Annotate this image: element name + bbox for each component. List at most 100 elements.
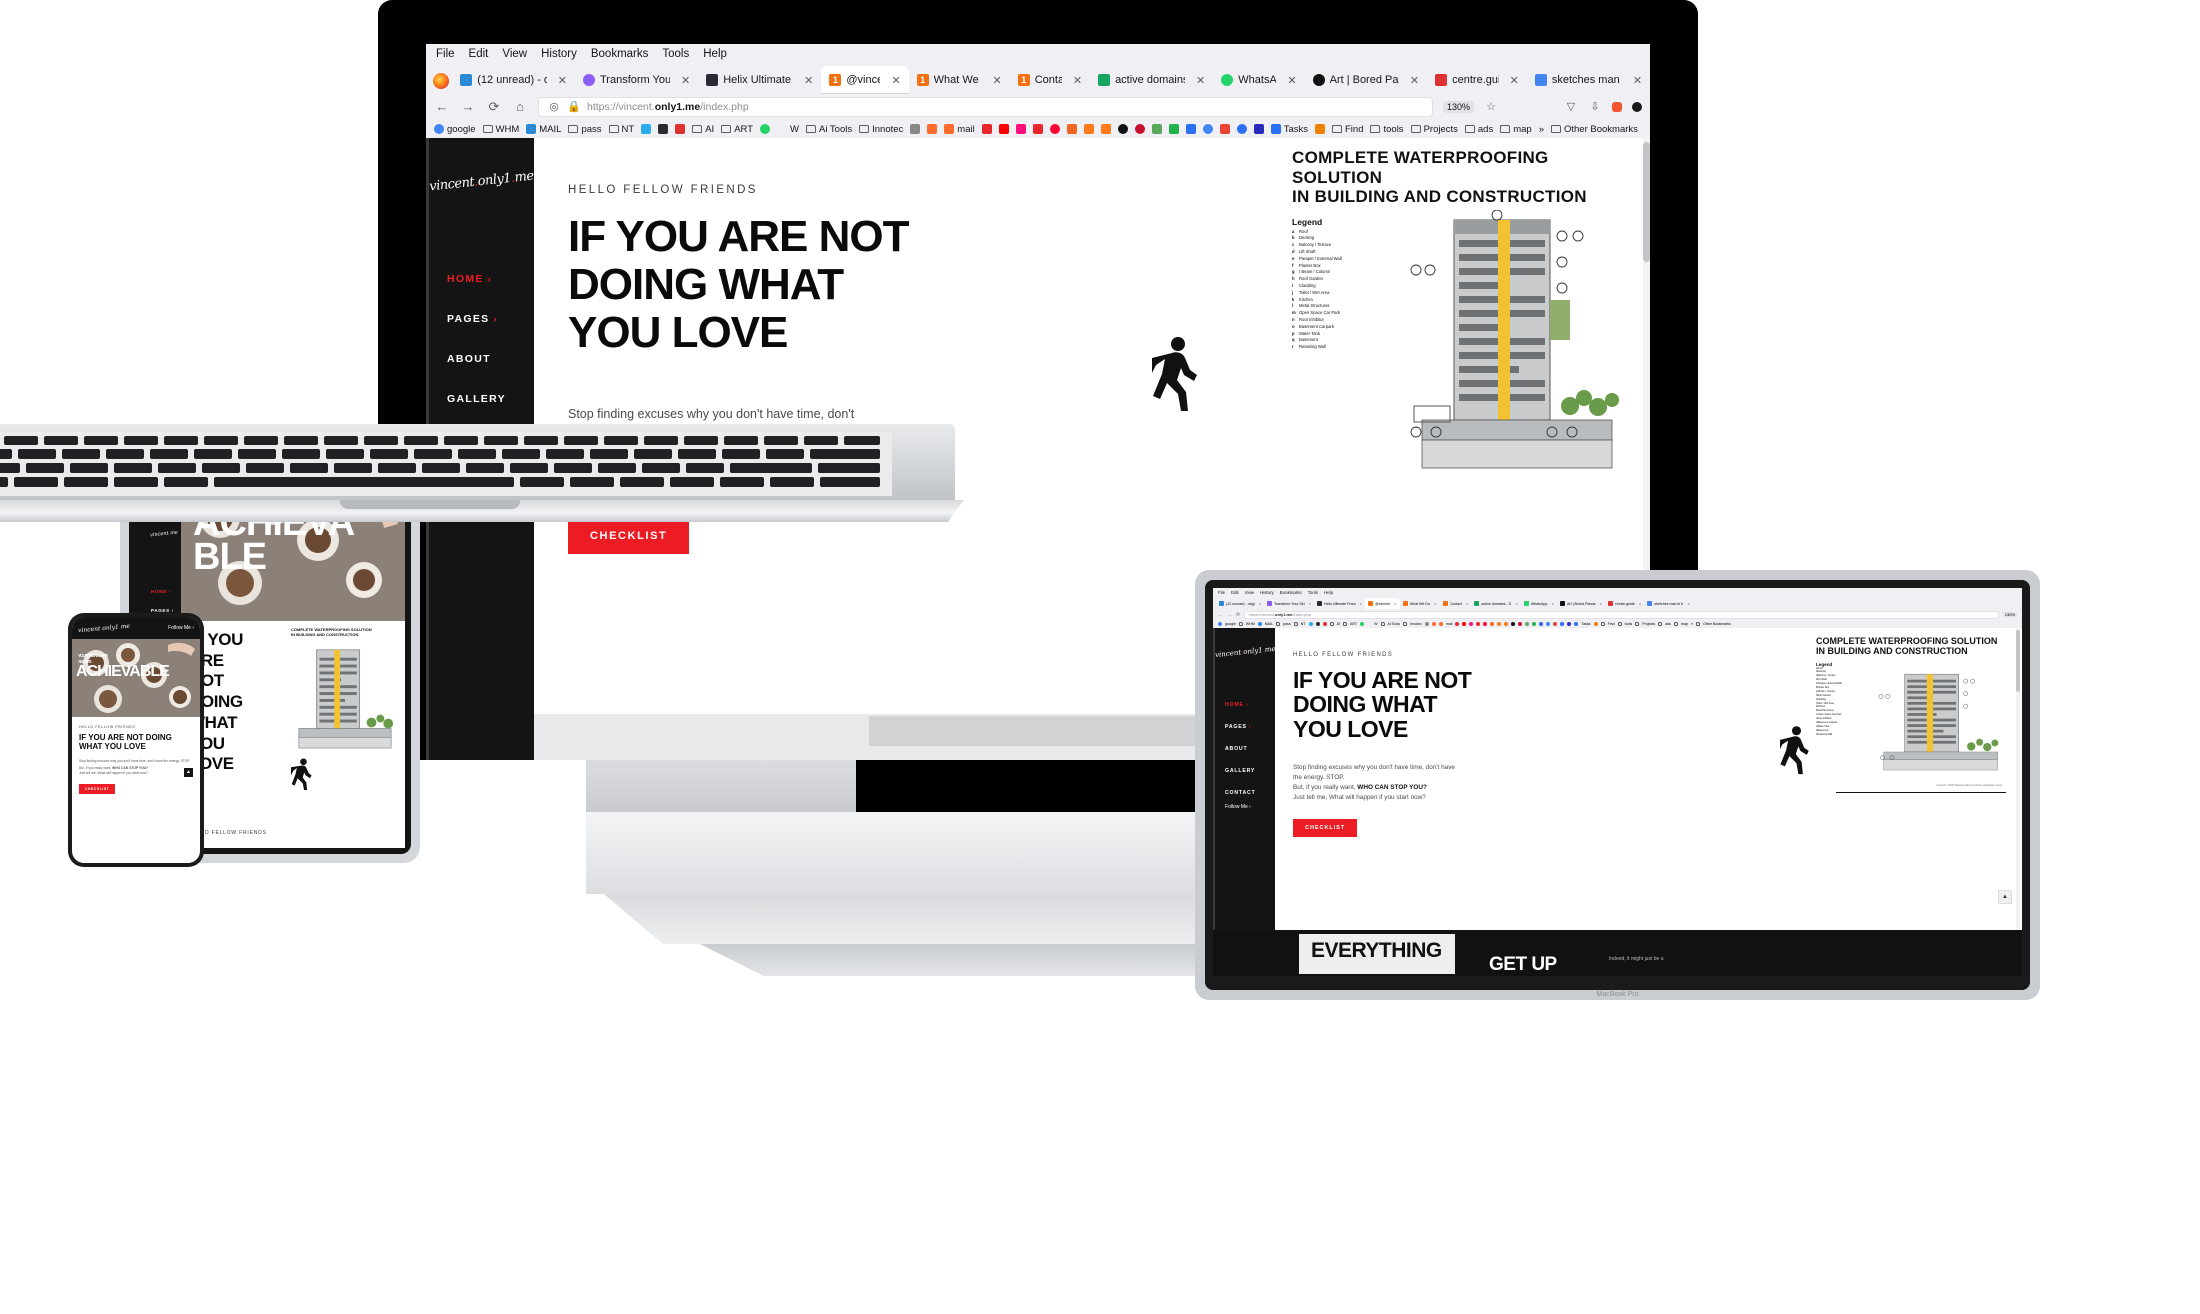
browser-tab-0[interactable]: (12 unread) - origi ✕	[452, 66, 575, 94]
phone-scroll-top-button[interactable]: ▲	[184, 768, 193, 778]
laptop-browser-tab-2[interactable]: Helix Ultimate Fram ✕	[1314, 598, 1365, 609]
bookmark-12[interactable]: Ai Tools	[1380, 622, 1400, 626]
laptop-tab-close-icon[interactable]: ✕	[1515, 602, 1518, 606]
laptop-menu-tools[interactable]: Tools	[1308, 590, 1318, 595]
bookmark-6[interactable]	[658, 124, 669, 134]
bookmark-21[interactable]	[1049, 124, 1060, 134]
bookmark-25[interactable]	[1511, 622, 1516, 626]
phone-logo[interactable]: vincent.only1.me	[78, 622, 130, 634]
bookmarks-overflow-icon[interactable]: »	[1691, 622, 1693, 626]
bookmark-11[interactable]: W	[777, 124, 799, 135]
laptop-tab-close-icon[interactable]: ✕	[1259, 602, 1262, 606]
laptop-menu-history[interactable]: History	[1260, 590, 1274, 595]
home-icon[interactable]: ⌂	[512, 99, 528, 115]
bookmark-1[interactable]: WHM	[482, 124, 519, 135]
tab-close-icon[interactable]: ✕	[804, 74, 813, 87]
bookmarks-bar[interactable]: google WHM MAIL pass NT AI ART W Ai Tools Innotec…	[426, 120, 1650, 138]
browser-tab-9[interactable]: centre.guide ✕	[1427, 66, 1527, 94]
laptop-browser-tab-10[interactable]: sketches man in b ✕	[1644, 598, 1692, 609]
bookmark-8[interactable]: AI	[1329, 622, 1340, 626]
bookmark-10[interactable]	[1360, 622, 1365, 626]
other-bookmarks[interactable]: Other Bookmarks	[1695, 622, 1731, 626]
browser-tab-3[interactable]: 1 @vincent ✕	[821, 66, 909, 94]
bookmark-33[interactable]	[1567, 622, 1572, 626]
bookmark-18[interactable]	[1462, 622, 1467, 626]
bookmark-28[interactable]	[1168, 124, 1179, 134]
other-bookmarks[interactable]: Other Bookmarks	[1551, 124, 1638, 135]
bookmark-0[interactable]: google	[1218, 622, 1236, 626]
bookmark-2[interactable]: MAIL	[526, 124, 561, 135]
bookmark-16[interactable]: mail	[944, 124, 975, 135]
bookmark-29[interactable]	[1185, 124, 1196, 134]
laptop-back-icon[interactable]: ←	[1218, 612, 1223, 618]
bookmark-0[interactable]: google	[434, 124, 476, 135]
laptop-checklist-button[interactable]: CHECKLIST	[1293, 818, 1358, 837]
laptop-browser-tab-9[interactable]: centre.guide ✕	[1605, 598, 1644, 609]
menu-file[interactable]: File	[436, 48, 455, 60]
bookmark-27[interactable]	[1151, 124, 1162, 134]
browser-menubar[interactable]: File Edit View History Bookmarks Tools H…	[426, 44, 1650, 64]
bookmark-22[interactable]	[1066, 124, 1077, 134]
laptop-browser-tab-4[interactable]: What We Do ✕	[1400, 598, 1440, 609]
laptop-tab-close-icon[interactable]: ✕	[1434, 602, 1437, 606]
bookmark-2[interactable]: MAIL	[1257, 622, 1273, 626]
laptop-scrollbar-track[interactable]	[2016, 628, 2020, 930]
laptop-menu-file[interactable]: File	[1218, 590, 1225, 595]
sidebar-item-about[interactable]: ABOUT	[429, 339, 534, 379]
bookmark-33[interactable]	[1253, 124, 1264, 134]
tab-close-icon[interactable]: ✕	[891, 74, 900, 87]
bookmark-12[interactable]: Ai Tools	[806, 124, 852, 135]
download-icon[interactable]: ⇩	[1588, 100, 1602, 114]
laptop-sidebar-item-about[interactable]: ABOUT	[1215, 738, 1275, 760]
bookmark-9[interactable]: ART	[1342, 622, 1357, 626]
laptop-browser-tab-3[interactable]: @vincent ✕	[1365, 598, 1400, 609]
reload-icon[interactable]: ⟳	[486, 99, 502, 115]
laptop-address-bar[interactable]: https://vincent.only1.me/index.php	[1244, 610, 1999, 619]
vertical-scrollbar-thumb[interactable]	[1643, 142, 1650, 262]
bookmark-17[interactable]	[1455, 622, 1460, 626]
tab-close-icon[interactable]: ✕	[1633, 74, 1642, 87]
bookmark-3[interactable]: pass	[568, 124, 602, 135]
browser-tab-2[interactable]: Helix Ultimate Fram ✕	[698, 66, 821, 94]
browser-tab-4[interactable]: 1 What We Do ✕	[909, 66, 1010, 94]
bookmark-30[interactable]	[1202, 124, 1213, 134]
menu-help[interactable]: Help	[703, 48, 727, 60]
bookmark-7[interactable]	[1322, 622, 1327, 626]
zoom-level-badge[interactable]: 130%	[1442, 101, 1474, 113]
bookmark-29[interactable]	[1539, 622, 1544, 626]
laptop-browser-tab-7[interactable]: WhatsApp ✕	[1521, 598, 1557, 609]
laptop-scroll-top-button[interactable]: ▲	[1998, 890, 2012, 904]
bookmark-15[interactable]	[927, 124, 938, 134]
bookmark-39[interactable]: ads	[1658, 622, 1671, 626]
laptop-browser-tab-8[interactable]: Art | Bored Panda ✕	[1557, 598, 1605, 609]
phone-checklist-button[interactable]: CHECKLIST	[79, 784, 116, 795]
bookmark-26[interactable]	[1518, 622, 1523, 626]
laptop-forward-icon[interactable]: →	[1227, 612, 1232, 618]
laptop-keyboard[interactable]	[0, 432, 892, 496]
tab-close-icon[interactable]: ✕	[1510, 74, 1519, 87]
bookmark-20[interactable]	[1476, 622, 1481, 626]
laptop-site-logo[interactable]: vincent.only1.me	[1215, 645, 1276, 659]
bookmark-9[interactable]: ART	[721, 124, 753, 135]
laptop-browser-tab-6[interactable]: active domains - G ✕	[1471, 598, 1520, 609]
laptop-browser-tab-1[interactable]: Transform Your Ski ✕	[1264, 598, 1314, 609]
laptop-tab-close-icon[interactable]: ✕	[1466, 602, 1469, 606]
bookmark-28[interactable]	[1532, 622, 1537, 626]
bookmark-35[interactable]	[1593, 622, 1598, 626]
site-logo[interactable]: vincent.only1.me	[429, 169, 535, 195]
bookmark-8[interactable]: AI	[692, 124, 714, 135]
bookmark-22[interactable]	[1490, 622, 1495, 626]
tab-close-icon[interactable]: ✕	[1073, 74, 1082, 87]
laptop-bookmarks-bar[interactable]: google WHM MAIL pass NT AI ART W Ai Tools Innotec…	[1213, 620, 2022, 628]
bookmark-5[interactable]	[1308, 622, 1313, 626]
tablet-nav-home[interactable]: HOME ›	[151, 589, 181, 594]
laptop-tabstrip[interactable]: (12 unread) - origi ✕ Transform Your Ski ✕ H…	[1213, 597, 2022, 609]
laptop-scrollbar-thumb[interactable]	[2016, 630, 2020, 692]
bookmark-5[interactable]	[641, 124, 652, 134]
bookmark-4[interactable]: NT	[608, 124, 634, 135]
bookmark-37[interactable]: tools	[1617, 622, 1632, 626]
browser-tab-10[interactable]: sketches man in b ✕	[1527, 66, 1650, 94]
browser-tab-7[interactable]: WhatsApp ✕	[1213, 66, 1304, 94]
menu-edit[interactable]: Edit	[469, 48, 489, 60]
tab-close-icon[interactable]: ✕	[1287, 74, 1296, 87]
